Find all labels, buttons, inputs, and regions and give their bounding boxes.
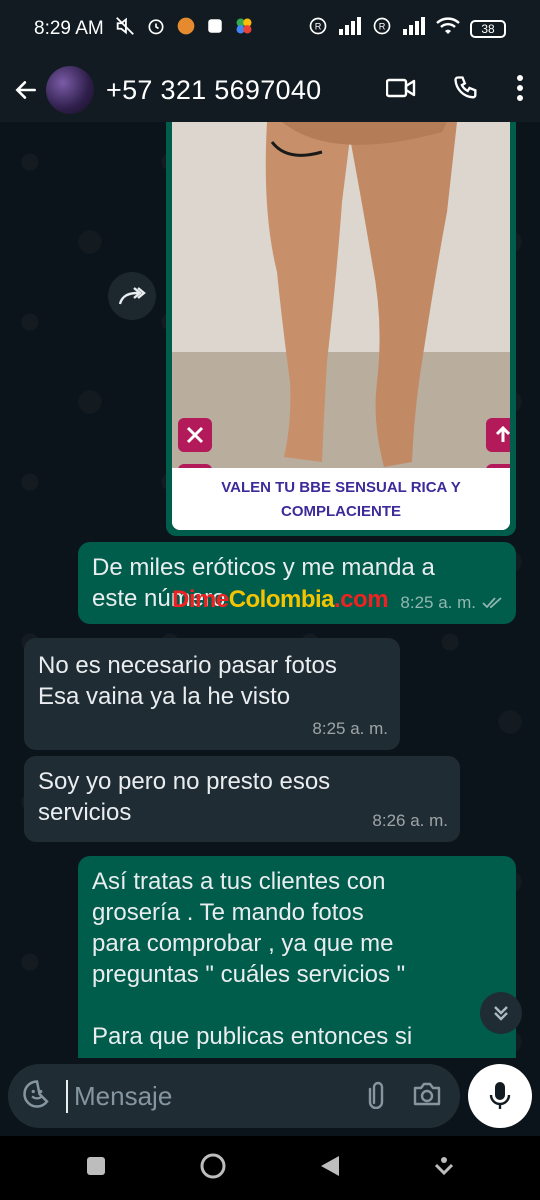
incoming-message[interactable]: Soy yo pero no presto esos servicios 8:2… (24, 756, 460, 842)
back-arrow-icon (15, 81, 36, 99)
chat-area[interactable]: VALEN TU BBE SENSUAL RICA Y COMPLACIENTE… (0, 122, 540, 1058)
phone-icon (454, 75, 477, 99)
nav-assist-button[interactable] (434, 1155, 454, 1182)
registered-icon-2: R (372, 16, 392, 42)
mic-icon (489, 1082, 511, 1109)
signal-icon-2 (402, 17, 426, 41)
header-actions (385, 58, 524, 122)
message-meta: 8:26 a. m. (372, 805, 448, 836)
voice-call-button[interactable] (452, 74, 480, 107)
watermark-part3: .com (334, 586, 389, 613)
chat-header: +57 321 5697040 (0, 58, 540, 122)
forward-icon (118, 287, 146, 305)
status-right: R R 38 (308, 16, 506, 42)
message-text: Así tratas a tus clientes con grosería .… (92, 868, 413, 1050)
camera-button[interactable] (412, 1081, 442, 1112)
message-text: No es necesario pasar fotos Esa vaina ya… (38, 652, 337, 710)
message-input-container (8, 1064, 460, 1128)
message-input[interactable] (66, 1079, 346, 1113)
mute-icon (114, 15, 136, 43)
forward-button[interactable] (108, 272, 156, 320)
more-options-button[interactable] (516, 74, 524, 107)
watermark: DimeColombia.com (172, 586, 389, 614)
signal-icon (338, 17, 362, 41)
photo-content (172, 122, 510, 472)
home-button[interactable] (199, 1152, 227, 1185)
double-chevron-down-icon (494, 1006, 508, 1021)
more-vert-icon (517, 74, 523, 101)
svg-text:R: R (315, 21, 322, 31)
data-notification-icon (206, 17, 224, 41)
avatar[interactable] (46, 66, 94, 114)
video-call-icon (385, 78, 416, 97)
message-meta: 8:25 a. m. (312, 713, 388, 744)
image-time: 8:25 a. m. (411, 511, 478, 528)
battery-icon: 38 (470, 20, 506, 38)
alarm-icon (146, 16, 166, 42)
recents-button[interactable] (86, 1156, 106, 1181)
system-nav-bar (0, 1136, 540, 1200)
arrow-up-icon (495, 425, 510, 442)
battery-level: 38 (481, 22, 495, 36)
image-close-button[interactable] (178, 418, 212, 452)
incoming-message[interactable]: No es necesario pasar fotos Esa vaina ya… (24, 638, 400, 750)
back-nav-button[interactable] (319, 1154, 341, 1183)
square-icon (87, 1156, 106, 1175)
image-timestamp: 8:25 a. m. (411, 511, 502, 528)
image-up-button[interactable] (486, 418, 510, 452)
watermark-part1: Dime (172, 586, 229, 613)
read-ticks-icon (482, 513, 500, 524)
attach-button[interactable] (366, 1079, 390, 1114)
image-caption-line1: VALEN TU BBE SENSUAL RICA Y (221, 479, 461, 496)
status-left: 8:29 AM (34, 15, 254, 43)
compose-bar (0, 1058, 540, 1136)
message-time: 8:25 a. m. (312, 719, 388, 738)
svg-text:R: R (379, 21, 386, 31)
pinwheel-icon (234, 16, 254, 42)
status-time: 8:29 AM (34, 18, 104, 39)
app-notification-icon (176, 16, 196, 42)
contact-name[interactable]: +57 321 5697040 (106, 75, 321, 106)
read-ticks-icon (482, 596, 502, 608)
chevron-down-icon (434, 1156, 453, 1175)
camera-icon (413, 1082, 441, 1105)
paperclip-icon (368, 1081, 384, 1109)
image-message[interactable]: VALEN TU BBE SENSUAL RICA Y COMPLACIENTE… (166, 122, 516, 536)
outgoing-message[interactable]: Así tratas a tus clientes con grosería .… (78, 856, 516, 1058)
wifi-icon (436, 16, 460, 42)
message-time: 8:25 a. m. (400, 593, 476, 612)
triangle-back-icon (321, 1155, 340, 1176)
close-icon (186, 426, 204, 444)
image-attachment[interactable]: VALEN TU BBE SENSUAL RICA Y COMPLACIENTE (172, 122, 510, 530)
message-meta: 8:25 a. m. (400, 587, 504, 618)
voice-message-button[interactable] (468, 1064, 532, 1128)
video-call-button[interactable] (385, 75, 416, 106)
registered-icon: R (308, 16, 328, 42)
sticker-button[interactable] (22, 1079, 52, 1114)
watermark-part2: Colombia (228, 586, 335, 613)
status-bar: 8:29 AM R R 38 (0, 0, 540, 58)
circle-icon (200, 1153, 226, 1178)
back-button[interactable] (8, 70, 44, 110)
scroll-to-bottom-button[interactable] (480, 992, 522, 1034)
sticker-icon (23, 1079, 49, 1108)
message-time: 8:26 a. m. (372, 811, 448, 830)
